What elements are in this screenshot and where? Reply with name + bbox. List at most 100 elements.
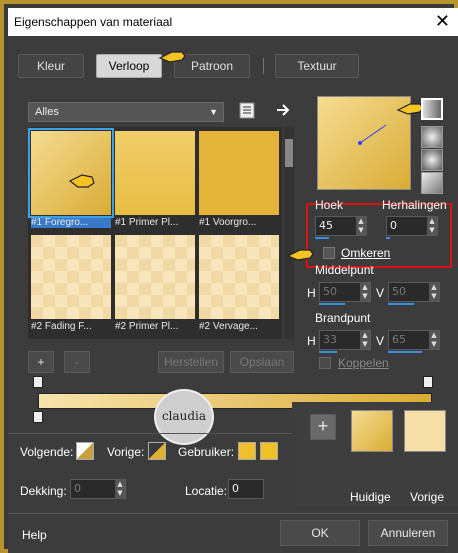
opacity-value: 0 bbox=[74, 482, 81, 495]
gradient-library: #1 Foregro... #1 Primer Pl... #1 Voorgro… bbox=[28, 127, 282, 339]
library-item[interactable]: #1 Primer Pl... bbox=[115, 131, 195, 228]
repeats-slider[interactable] bbox=[386, 237, 390, 239]
linear-style-button[interactable] bbox=[421, 98, 443, 120]
category-select[interactable]: Alles ▼ bbox=[28, 102, 224, 122]
gradient-swatch bbox=[115, 131, 195, 215]
color-stop-left[interactable] bbox=[33, 411, 43, 423]
prev-swatch[interactable] bbox=[148, 442, 166, 460]
title-bar: Eigenschappen van materiaal ✕ bbox=[8, 8, 458, 36]
pointing-hand-icon bbox=[286, 249, 314, 261]
tab-verloop[interactable]: Verloop bbox=[96, 54, 162, 78]
previous-swatch[interactable] bbox=[404, 410, 446, 452]
gradient-swatch bbox=[199, 235, 279, 319]
center-h-slider[interactable] bbox=[319, 303, 345, 305]
gradient-swatch bbox=[31, 235, 111, 319]
center-v-value: 50 bbox=[392, 285, 406, 298]
library-item-label: #1 Voorgro... bbox=[199, 217, 257, 228]
library-item-label: #2 Primer Pl... bbox=[115, 321, 179, 332]
rectangular-style-button[interactable] bbox=[421, 126, 443, 148]
center-v-field[interactable]: 50 ▲ ▼ bbox=[388, 282, 440, 302]
library-item[interactable]: #2 Vervage... bbox=[199, 235, 279, 332]
location-field[interactable]: 0 bbox=[228, 479, 264, 499]
focal-h-label: H bbox=[307, 334, 316, 348]
center-label: Middelpunt bbox=[315, 263, 374, 277]
center-v-slider[interactable] bbox=[388, 303, 414, 305]
opacity-stop-left[interactable] bbox=[33, 376, 43, 388]
arrow-right-icon[interactable] bbox=[275, 102, 291, 118]
angle-slider[interactable] bbox=[315, 237, 329, 239]
dialog-body: Kleur Verloop Patroon Textuur Alles ▼ #1… bbox=[8, 36, 458, 553]
angle-value: 45 bbox=[319, 219, 333, 232]
ok-button[interactable]: OK bbox=[280, 520, 360, 546]
library-item-label: #1 Primer Pl... bbox=[115, 217, 179, 228]
opacity-stop-right[interactable] bbox=[423, 376, 433, 388]
dialog-frame: Eigenschappen van materiaal ✕ Kleur Verl… bbox=[0, 0, 458, 553]
gradient-swatch bbox=[199, 131, 279, 215]
spin-buttons-icon[interactable]: ▲ ▼ bbox=[427, 217, 437, 235]
spin-buttons-icon[interactable]: ▲ ▼ bbox=[115, 480, 125, 498]
repeats-label: Herhalingen bbox=[382, 198, 447, 212]
opacity-field[interactable]: 0 ▲ ▼ bbox=[70, 479, 126, 499]
next-label: Volgende: bbox=[20, 445, 74, 459]
watermark-logo: claudia bbox=[154, 389, 214, 445]
library-item-label: #1 Foregro... bbox=[31, 217, 111, 228]
spin-buttons-icon[interactable]: ▲ ▼ bbox=[360, 283, 370, 301]
add-to-swatches-button[interactable]: + bbox=[310, 414, 336, 440]
library-item[interactable]: #2 Fading F... bbox=[31, 235, 111, 332]
focal-label: Brandpunt bbox=[315, 311, 371, 325]
prev-label: Vorige: bbox=[107, 445, 145, 459]
library-icon[interactable] bbox=[239, 102, 255, 120]
link-label: Koppelen bbox=[338, 356, 389, 370]
window-title: Eigenschappen van materiaal bbox=[14, 15, 173, 29]
tab-separator bbox=[263, 58, 264, 74]
radial-style-button[interactable] bbox=[421, 149, 443, 171]
cancel-button[interactable]: Annuleren bbox=[368, 520, 448, 546]
user-swatch-1[interactable] bbox=[238, 442, 256, 460]
spin-buttons-icon[interactable]: ▲ ▼ bbox=[429, 283, 439, 301]
gradient-swatch bbox=[115, 235, 195, 319]
spin-buttons-icon[interactable]: ▲ ▼ bbox=[360, 331, 370, 349]
library-item-label: #2 Fading F... bbox=[31, 321, 92, 332]
center-v-label: V bbox=[376, 286, 385, 300]
current-label: Huidige bbox=[350, 490, 391, 504]
library-item-label: #2 Vervage... bbox=[199, 321, 258, 332]
invert-label: Omkeren bbox=[341, 246, 391, 260]
focal-h-value: 33 bbox=[323, 333, 337, 346]
library-item[interactable]: #1 Voorgro... bbox=[199, 131, 279, 228]
user-label: Gebruiker: bbox=[178, 445, 235, 459]
pointing-hand-icon bbox=[68, 174, 95, 188]
spin-buttons-icon[interactable]: ▲ ▼ bbox=[356, 217, 366, 235]
spin-buttons-icon[interactable]: ▲ ▼ bbox=[429, 331, 439, 349]
center-h-field[interactable]: 50 ▲ ▼ bbox=[319, 282, 371, 302]
focal-v-field[interactable]: 65 ▲ ▼ bbox=[388, 330, 440, 350]
focal-h-slider[interactable] bbox=[319, 351, 337, 353]
previous-label: Vorige bbox=[410, 490, 445, 504]
library-item[interactable]: #2 Primer Pl... bbox=[115, 235, 195, 332]
angle-field[interactable]: 45 ▲ ▼ bbox=[315, 216, 367, 236]
pointing-hand-icon bbox=[158, 51, 186, 63]
angle-label: Hoek bbox=[315, 198, 344, 212]
add-gradient-button[interactable]: + bbox=[28, 351, 54, 373]
current-swatch bbox=[351, 410, 393, 452]
user-swatch-2[interactable] bbox=[260, 442, 278, 460]
scrollbar-thumb[interactable] bbox=[285, 139, 293, 167]
focal-v-slider[interactable] bbox=[388, 351, 422, 353]
invert-checkbox[interactable] bbox=[323, 247, 335, 259]
link-checkbox[interactable] bbox=[319, 357, 331, 369]
focal-v-value: 65 bbox=[392, 333, 406, 346]
close-icon[interactable]: ✕ bbox=[435, 11, 450, 32]
library-scrollbar[interactable] bbox=[284, 127, 294, 339]
location-label: Locatie: bbox=[185, 484, 228, 498]
divider bbox=[8, 513, 458, 514]
center-h-label: H bbox=[307, 286, 316, 300]
repeats-field[interactable]: 0 ▲ ▼ bbox=[386, 216, 438, 236]
tab-textuur[interactable]: Textuur bbox=[275, 54, 359, 78]
remove-gradient-button[interactable]: - bbox=[64, 351, 90, 373]
tab-kleur[interactable]: Kleur bbox=[18, 54, 84, 78]
center-h-value: 50 bbox=[323, 285, 337, 298]
focal-h-field[interactable]: 33 ▲ ▼ bbox=[319, 330, 371, 350]
focal-v-label: V bbox=[376, 334, 385, 348]
help-link[interactable]: Help bbox=[22, 528, 47, 542]
sunburst-style-button[interactable] bbox=[421, 172, 443, 194]
next-swatch[interactable] bbox=[76, 442, 94, 460]
